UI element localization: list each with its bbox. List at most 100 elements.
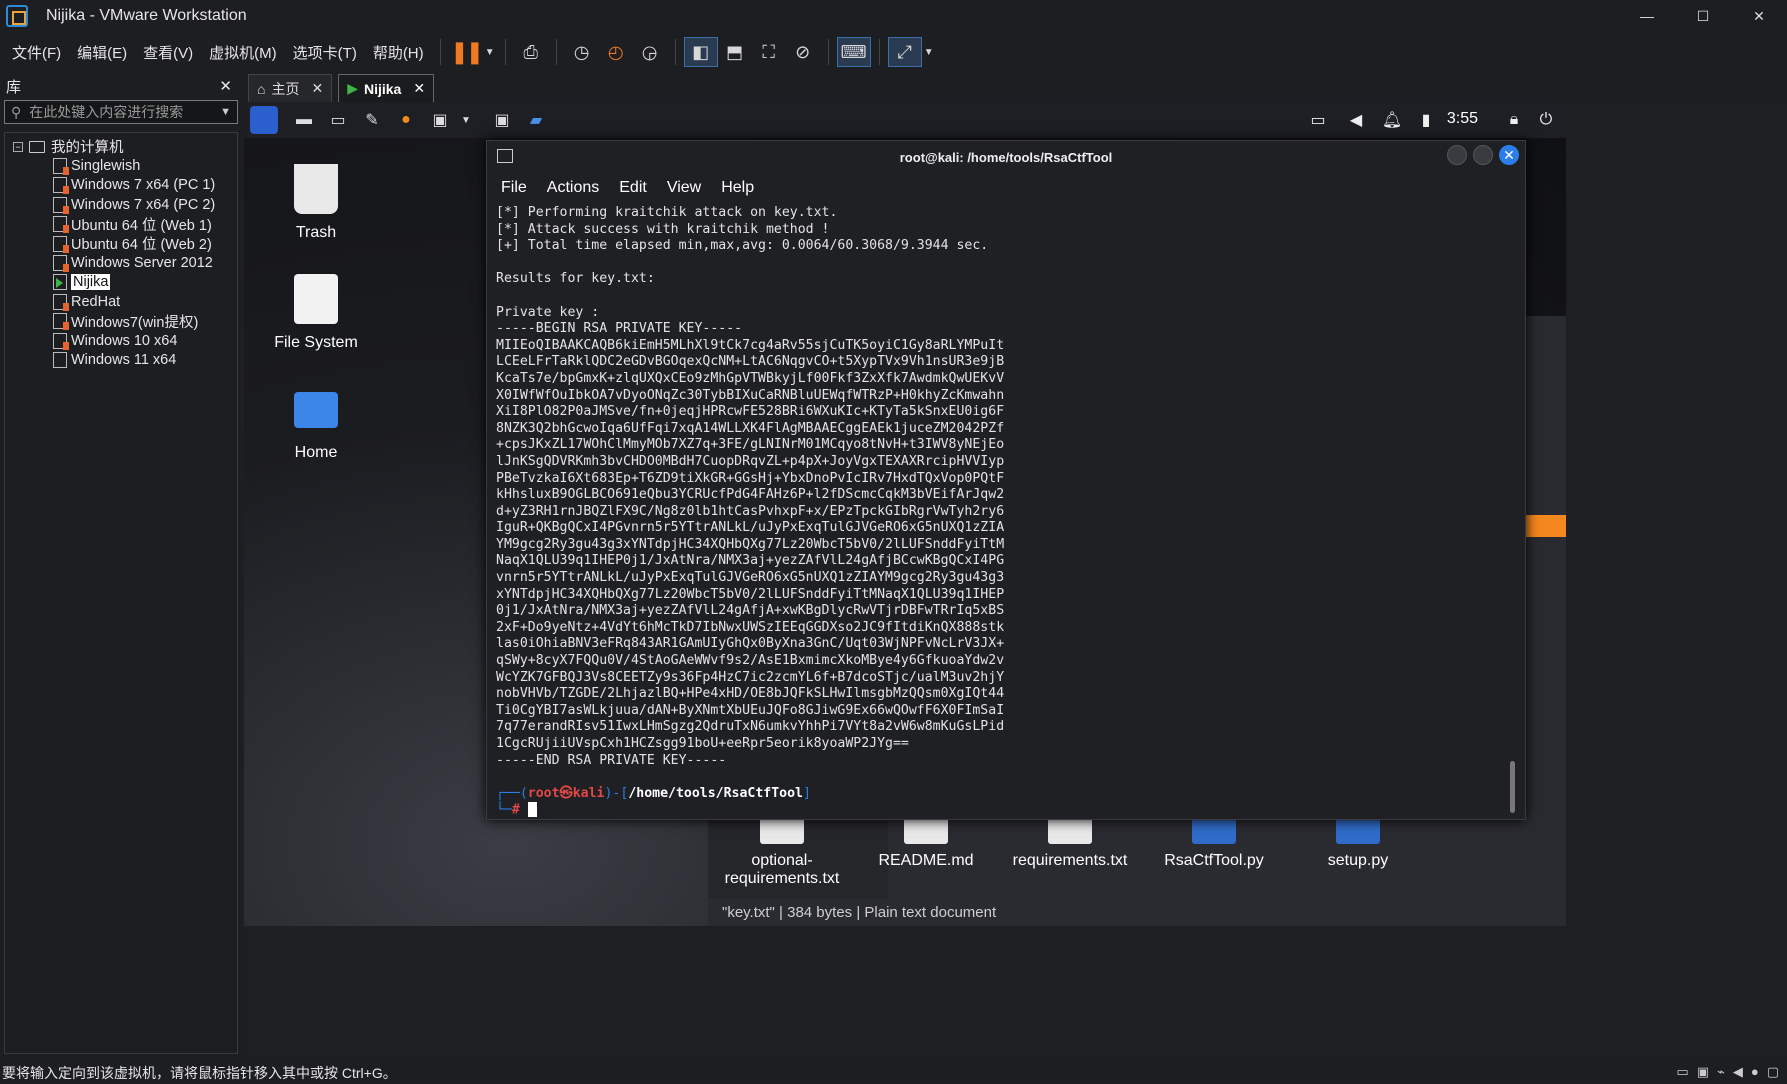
- sound-icon[interactable]: ◀: [1733, 1064, 1743, 1080]
- library-search-input[interactable]: ⚲ 在此处键入内容进行搜索 ▼: [4, 100, 238, 124]
- tab-home[interactable]: ⌂ 主页 ✕: [248, 74, 333, 102]
- terminal-dropdown-icon[interactable]: ▼: [458, 106, 474, 134]
- lock-icon[interactable]: 🔒︎: [1502, 108, 1526, 132]
- terminal-line: MIIEoQIBAAKCAQB6kiEmH5MLhXl9tCk7cg4aRv55…: [496, 337, 1005, 353]
- terminal-line: X0IWfWfOuIbkOA7vDyoONqZc30TybBIXuCaRNBlu…: [496, 387, 1005, 403]
- vm-item-ubuntu-web1[interactable]: Ubuntu 64 位 (Web 1): [5, 215, 237, 234]
- terminal-line: 8NZK3Q2bhGcwoIqa6UfFqi7xqA14WLLXK4FlAgMB…: [496, 420, 1005, 436]
- vm-item-win7-pc2[interactable]: Windows 7 x64 (PC 2): [5, 195, 237, 214]
- menu-tabs[interactable]: 选项卡(T): [285, 42, 365, 63]
- network-icon[interactable]: ▭: [1306, 108, 1330, 132]
- terminal-line: lJnKSgQDVRKmh3bvCHDO0MBdH7CuopDRqvZL+p4p…: [496, 453, 1005, 469]
- terminal-line: KcaTs7e/bpGmxK+zlqUXQxCEo9zMhGpVTWBkyjLf…: [496, 370, 1005, 386]
- search-dropdown-icon[interactable]: ▼: [220, 106, 231, 118]
- fullscreen-icon[interactable]: ⛶: [752, 37, 786, 67]
- taskbar-terminal-icon[interactable]: ▣: [486, 106, 518, 134]
- send-ctrl-alt-del-icon[interactable]: ⎙: [514, 37, 548, 67]
- pause-icon[interactable]: ❚❚: [449, 37, 484, 67]
- console-view-icon[interactable]: ⌨: [836, 37, 871, 67]
- tab-close-icon[interactable]: ✕: [413, 80, 425, 97]
- terminal-line: [+] Total time elapsed min,max,avg: 0.00…: [496, 238, 989, 254]
- collapse-icon[interactable]: −: [13, 141, 23, 152]
- kali-menu-icon[interactable]: [250, 106, 278, 134]
- terminal-menu-help[interactable]: Help: [721, 179, 754, 197]
- pause-dropdown-icon[interactable]: ▼: [483, 37, 497, 67]
- prompt-path: /home/tools/RsaCtfTool: [628, 785, 803, 801]
- tab-nijika[interactable]: ▶ Nijika ✕: [338, 74, 435, 102]
- terminal-output[interactable]: [*] Performing kraitchik attack on key.t…: [487, 203, 1525, 819]
- terminal-window[interactable]: root@kali: /home/tools/RsaCtfTool ✕ File…: [486, 140, 1526, 820]
- menu-help[interactable]: 帮助(H): [365, 42, 432, 63]
- network-adapter-icon[interactable]: ▣: [1697, 1064, 1709, 1080]
- terminal-menu-edit[interactable]: Edit: [619, 179, 647, 197]
- stretch-dropdown-icon[interactable]: ▼: [922, 37, 936, 67]
- vm-item-winserver2012[interactable]: Windows Server 2012: [5, 253, 237, 273]
- tab-close-icon[interactable]: ✕: [311, 80, 323, 97]
- menu-edit[interactable]: 编辑(E): [69, 42, 135, 63]
- menu-vm[interactable]: 虚拟机(M): [201, 42, 285, 63]
- tree-root[interactable]: − 我的计算机: [5, 137, 237, 156]
- desktop-trash[interactable]: Trash: [256, 164, 376, 242]
- terminal-titlebar[interactable]: root@kali: /home/tools/RsaCtfTool ✕: [487, 141, 1525, 173]
- vm-item-ubuntu-web2[interactable]: Ubuntu 64 位 (Web 2): [5, 234, 237, 253]
- terminal-prompt: ┌──(root㉿kali)-[/home/tools/RsaCtfTool] …: [496, 785, 811, 818]
- file-manager-icon[interactable]: ▭: [322, 106, 354, 134]
- snapshot-manager-icon[interactable]: ◶: [633, 37, 667, 67]
- notification-icon[interactable]: 🔔︎: [1380, 108, 1404, 132]
- unity-icon[interactable]: ⊘: [786, 37, 820, 67]
- show-library-icon[interactable]: ◧: [683, 37, 718, 67]
- vm-item-win10[interactable]: Windows 10 x64: [5, 331, 237, 350]
- desktop-home[interactable]: Home: [256, 384, 376, 462]
- harddisk-icon[interactable]: ▭: [1676, 1064, 1688, 1080]
- terminal-launcher-icon[interactable]: ▣: [424, 106, 456, 134]
- vm-item-win7-pc1[interactable]: Windows 7 x64 (PC 1): [5, 176, 237, 195]
- thumbnail-bar-icon[interactable]: ⬒: [718, 37, 752, 67]
- maximize-button[interactable]: ☐: [1675, 0, 1731, 32]
- desktop-filesystem[interactable]: File System: [256, 274, 376, 352]
- minimize-button[interactable]: —: [1619, 0, 1675, 32]
- terminal-line: Ti0CgYBI7asWLkjuua/dAN+ByXNmtXbUEuJQFo8G…: [496, 702, 1005, 718]
- terminal-menu-view[interactable]: View: [667, 179, 701, 197]
- trash-icon: [294, 164, 338, 214]
- taskbar-folder-icon[interactable]: ▰: [520, 106, 552, 134]
- fullscreen-toggle-icon[interactable]: ▢: [1767, 1064, 1779, 1080]
- usb-icon[interactable]: ⌁: [1717, 1064, 1725, 1080]
- library-panel: 库 ✕ ⚲ 在此处键入内容进行搜索 ▼ − 我的计算机 Singlewish W…: [0, 72, 242, 1062]
- stretch-guest-icon[interactable]: ⤢: [887, 37, 922, 67]
- revert-snapshot-icon[interactable]: ◴: [599, 37, 633, 67]
- terminal-menu-actions[interactable]: Actions: [547, 179, 599, 197]
- vm-item-singlewish[interactable]: Singlewish: [5, 156, 237, 176]
- terminal-line: qSWy+8cyX7FQQu0V/4StAoGAeWWvf9s2/AsE1Bxm…: [496, 653, 1005, 669]
- terminal-scrollbar[interactable]: [1510, 761, 1515, 813]
- menu-file[interactable]: 文件(F): [4, 42, 69, 63]
- library-close-icon[interactable]: ✕: [219, 77, 232, 95]
- display-icon[interactable]: ●: [1751, 1064, 1759, 1080]
- terminal-line: xYNTdpjHC34XQHbQXg77Lz20WbcT5bV0/2lLUFSn…: [496, 586, 1005, 602]
- home-icon: ⌂: [257, 80, 266, 97]
- menu-view[interactable]: 查看(V): [135, 42, 201, 63]
- vm-icon: [53, 196, 69, 214]
- vm-item-win7-privesc[interactable]: Windows7(win提权): [5, 312, 237, 331]
- snapshot-icon[interactable]: ◷: [565, 37, 599, 67]
- terminal-menu-file[interactable]: File: [501, 179, 527, 197]
- battery-icon[interactable]: ▮: [1414, 108, 1438, 132]
- text-editor-icon[interactable]: ✎: [356, 106, 388, 134]
- window-title: Nijika - VMware Workstation: [46, 7, 247, 24]
- firefox-icon[interactable]: ●: [390, 106, 422, 134]
- vm-item-redhat[interactable]: RedHat: [5, 292, 237, 311]
- vm-item-win11[interactable]: Windows 11 x64: [5, 350, 237, 369]
- terminal-minimize-button[interactable]: [1447, 145, 1467, 165]
- vm-item-nijika[interactable]: Nijika: [5, 273, 237, 292]
- volume-icon[interactable]: ◀: [1344, 108, 1368, 132]
- terminal-maximize-button[interactable]: [1473, 145, 1493, 165]
- power-icon[interactable]: ⏻: [1534, 108, 1558, 132]
- guest-screen[interactable]: ▬ ▭ ✎ ● ▣ ▼ ▣ ▰ ▭ ◀ 🔔︎ ▮ 3:55 🔒︎ ⏻ Trash…: [244, 102, 1566, 926]
- vmware-statusbar: 要将输入定向到该虚拟机，请将鼠标指针移入其中或按 Ctrl+G。 ▭ ▣ ⌁ ◀…: [0, 1062, 1787, 1084]
- terminal-line: [*] Performing kraitchik attack on key.t…: [496, 205, 838, 220]
- show-desktop-icon[interactable]: ▬: [288, 106, 320, 134]
- terminal-close-button[interactable]: ✕: [1499, 145, 1519, 165]
- vmware-logo-icon: [6, 5, 28, 27]
- clock[interactable]: 3:55: [1447, 110, 1478, 128]
- close-button[interactable]: ✕: [1731, 0, 1787, 32]
